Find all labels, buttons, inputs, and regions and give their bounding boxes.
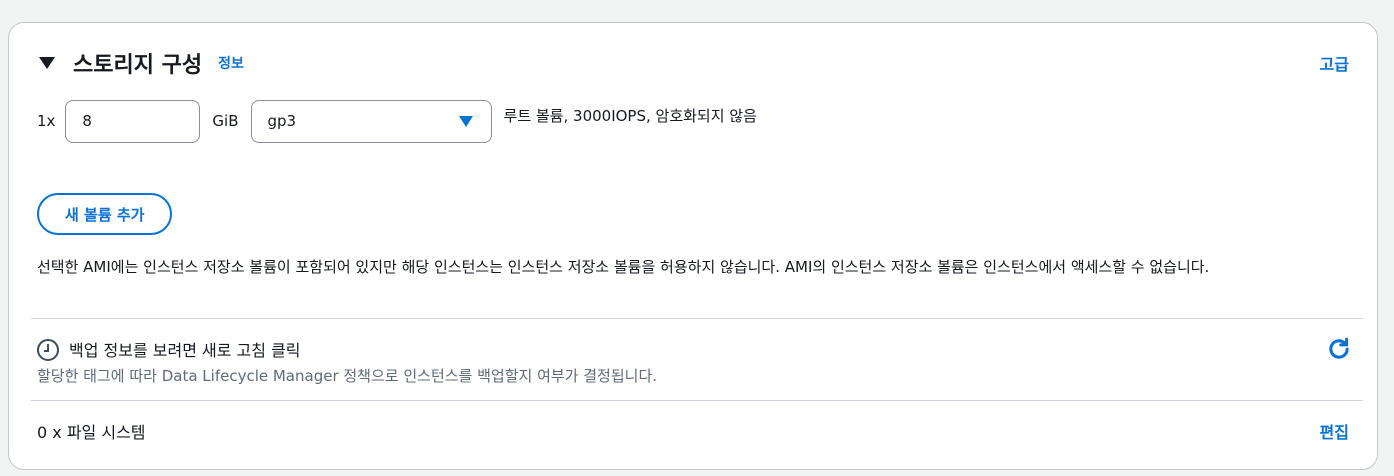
backup-title: 백업 정보를 보려면 새로 고침 클릭 [69,341,301,360]
storage-config-panel: 스토리지 구성 정보 고급 1x GiB gp3 루트 볼륨, 3000IOPS… [8,22,1378,470]
volume-size-unit: GiB [212,112,239,130]
file-systems-label: 0 x 파일 시스템 [37,423,146,442]
edit-file-systems-link[interactable]: 편집 [1320,419,1349,443]
volume-quantity: 1x [37,112,56,130]
refresh-icon[interactable] [1325,335,1353,363]
divider [31,400,1363,401]
volume-type-select[interactable]: gp3 [250,99,492,143]
volume-size-input[interactable] [65,99,201,143]
volume-row: 1x GiB gp3 루트 볼륨, 3000IOPS, 암호화되지 않음 [37,99,757,143]
section-header: 스토리지 구성 정보 [39,47,244,79]
select-caret-icon [458,115,473,127]
divider [31,318,1363,319]
advanced-link[interactable]: 고급 [1320,51,1349,75]
instance-store-note: 선택한 AMI에는 인스턴스 저장소 볼륨이 포함되어 있지만 해당 인스턴스는… [37,258,1210,276]
info-link[interactable]: 정보 [218,53,244,73]
volume-type-value: gp3 [267,112,297,130]
backup-subtitle: 할당한 태그에 따라 Data Lifecycle Manager 정책으로 인… [37,367,658,385]
add-volume-button[interactable]: 새 볼륨 추가 [37,193,173,235]
section-title: 스토리지 구성 [73,53,203,78]
caret-down-icon[interactable] [39,57,55,69]
volume-description: 루트 볼륨, 3000IOPS, 암호화되지 않음 [503,107,757,125]
clock-icon [37,339,59,361]
